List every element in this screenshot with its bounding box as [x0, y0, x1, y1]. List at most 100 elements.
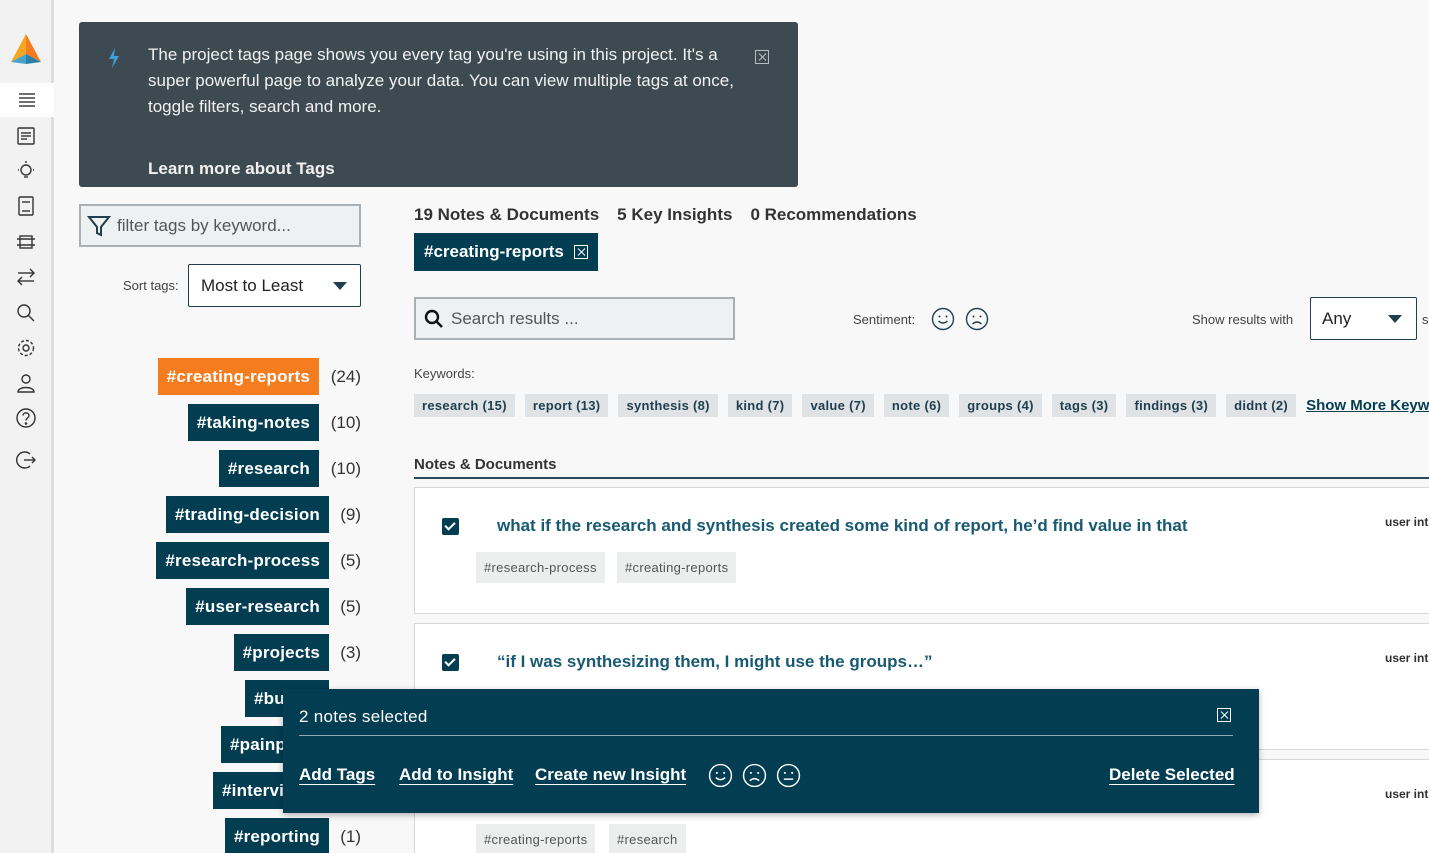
- tag-list-item[interactable]: #creating-reports (24): [157, 358, 361, 395]
- app-logo-icon[interactable]: [9, 32, 43, 66]
- tag-count: (24): [330, 366, 361, 386]
- active-tag-filter[interactable]: #creating-reports: [414, 233, 598, 271]
- tag-chip[interactable]: #taking-notes: [187, 404, 319, 441]
- show-results-label: Show results with: [1192, 312, 1294, 327]
- search-results-input[interactable]: [451, 308, 721, 329]
- note-card[interactable]: what if the research and synthesis creat…: [414, 487, 1429, 614]
- results-summary: 19 Notes & Documents 5 Key Insights 0 Re…: [414, 205, 917, 225]
- sort-tags-value: Most to Least: [201, 275, 304, 295]
- nav-search-icon[interactable]: [14, 301, 38, 325]
- happy-face-icon[interactable]: [708, 763, 733, 788]
- insights-count[interactable]: 5 Key Insights: [617, 205, 732, 225]
- tag-list-item[interactable]: #user-research (5): [186, 588, 361, 625]
- nav-settings-gear-icon[interactable]: [14, 336, 38, 360]
- tag-list-item[interactable]: #trading-decision (9): [165, 496, 361, 533]
- sort-tags-label: Sort tags:: [123, 278, 179, 293]
- note-tag[interactable]: #research: [609, 824, 686, 853]
- tag-list-item[interactable]: #research-process (5): [156, 542, 361, 579]
- tag-chip[interactable]: #projects: [233, 634, 329, 671]
- nav-tags-icon[interactable]: [0, 83, 54, 117]
- note-source: user int: [1385, 515, 1429, 529]
- truncated-label: s: [1422, 312, 1429, 327]
- tag-count: (10): [330, 412, 361, 432]
- tag-chip[interactable]: #trading-decision: [165, 496, 329, 533]
- tag-chip[interactable]: #research: [218, 450, 319, 487]
- note-tag[interactable]: #creating-reports: [476, 824, 596, 853]
- banner-close-icon[interactable]: [755, 50, 769, 64]
- tag-count: (3): [340, 642, 361, 662]
- nav-help-icon[interactable]: [14, 406, 38, 430]
- nav-logout-icon[interactable]: [14, 448, 38, 472]
- keyword-chip[interactable]: groups (4): [959, 394, 1042, 417]
- keyword-chip[interactable]: report (13): [524, 394, 609, 417]
- keywords-list: research (15) report (13) synthesis (8) …: [414, 394, 1429, 417]
- tag-list-item[interactable]: #reporting (1): [224, 818, 361, 853]
- notes-count[interactable]: 19 Notes & Documents: [414, 205, 599, 225]
- keyword-chip[interactable]: research (15): [414, 394, 515, 417]
- nav-insights-lightbulb-icon[interactable]: [14, 159, 38, 183]
- selected-count: 2 notes selected: [299, 707, 428, 726]
- tag-count: (1): [340, 826, 361, 846]
- chevron-down-icon: [333, 282, 347, 290]
- sad-face-icon[interactable]: [742, 763, 767, 788]
- sidebar: [0, 0, 54, 853]
- tag-count: (10): [330, 458, 361, 478]
- keyword-chip[interactable]: note (6): [883, 394, 950, 417]
- selection-action-bar: 2 notes selected Add Tags Add to Insight…: [283, 689, 1259, 813]
- remove-filter-close-icon[interactable]: [573, 245, 588, 259]
- nav-notes-icon[interactable]: [14, 124, 38, 148]
- nav-transfer-icon[interactable]: [14, 265, 38, 289]
- note-source: user int: [1385, 651, 1429, 665]
- chevron-down-icon: [1388, 315, 1402, 323]
- note-source: user int: [1385, 787, 1429, 801]
- show-results-select[interactable]: Any: [1310, 297, 1417, 340]
- keywords-label: Keywords:: [414, 366, 475, 381]
- tag-count: (5): [340, 550, 361, 570]
- filter-tags-input[interactable]: [117, 215, 347, 236]
- note-tag[interactable]: #creating-reports: [617, 552, 737, 583]
- sad-face-icon[interactable]: [965, 307, 989, 331]
- selection-divider: [299, 735, 1233, 736]
- neutral-face-icon[interactable]: [776, 763, 801, 788]
- active-tag-label: #creating-reports: [424, 242, 564, 261]
- note-checkbox[interactable]: [442, 654, 459, 671]
- tag-list-item[interactable]: #taking-notes (10): [187, 404, 361, 441]
- tag-chip[interactable]: #research-process: [156, 542, 329, 579]
- tag-chip[interactable]: #creating-reports: [157, 358, 319, 395]
- tag-chip[interactable]: #user-research: [186, 588, 329, 625]
- nav-board-icon[interactable]: [14, 230, 38, 254]
- search-results-field[interactable]: [414, 297, 735, 340]
- keyword-chip[interactable]: findings (3): [1126, 394, 1217, 417]
- add-to-insight-button[interactable]: Add to Insight: [399, 765, 513, 785]
- keyword-chip[interactable]: didnt (2): [1226, 394, 1297, 417]
- note-title[interactable]: “if I was synthesizing them, I might use…: [497, 652, 932, 672]
- tag-list-item[interactable]: #projects (3): [233, 634, 361, 671]
- learn-more-link[interactable]: Learn more about Tags: [148, 159, 335, 179]
- keyword-chip[interactable]: synthesis (8): [618, 394, 718, 417]
- selection-close-icon[interactable]: [1217, 708, 1231, 722]
- add-tags-button[interactable]: Add Tags: [299, 765, 375, 785]
- tag-chip[interactable]: #reporting: [224, 818, 329, 853]
- nav-documents-icon[interactable]: [14, 194, 38, 218]
- sort-tags-select[interactable]: Most to Least: [188, 264, 361, 307]
- section-divider: [414, 477, 1429, 479]
- nav-user-icon[interactable]: [14, 371, 38, 395]
- search-icon: [424, 309, 443, 328]
- tag-count: (5): [340, 596, 361, 616]
- filter-funnel-icon: [87, 215, 111, 237]
- note-tag[interactable]: #research-process: [476, 552, 605, 583]
- banner-text: The project tags page shows you every ta…: [148, 45, 734, 116]
- note-title[interactable]: what if the research and synthesis creat…: [497, 516, 1188, 536]
- filter-tags-field[interactable]: [79, 204, 361, 247]
- keyword-chip[interactable]: tags (3): [1051, 394, 1117, 417]
- create-new-insight-button[interactable]: Create new Insight: [535, 765, 686, 785]
- tag-list-item[interactable]: #research (10): [218, 450, 361, 487]
- delete-selected-button[interactable]: Delete Selected: [1109, 765, 1235, 785]
- keyword-chip[interactable]: value (7): [802, 394, 874, 417]
- tag-count: (9): [340, 504, 361, 524]
- note-checkbox[interactable]: [442, 518, 459, 535]
- show-more-keywords-link[interactable]: Show More Keywords: [1306, 397, 1429, 414]
- recommendations-count[interactable]: 0 Recommendations: [750, 205, 916, 225]
- happy-face-icon[interactable]: [931, 307, 955, 331]
- keyword-chip[interactable]: kind (7): [727, 394, 793, 417]
